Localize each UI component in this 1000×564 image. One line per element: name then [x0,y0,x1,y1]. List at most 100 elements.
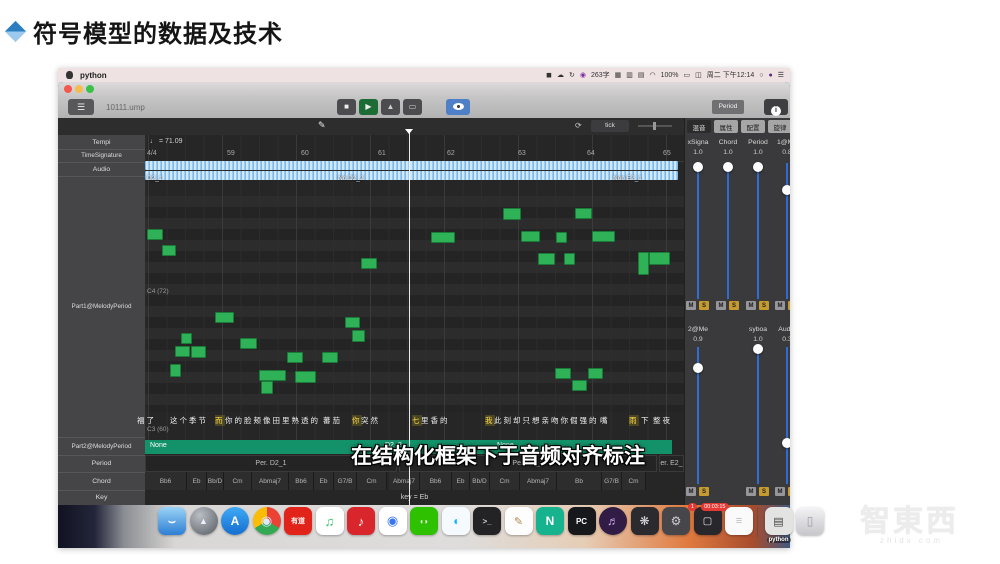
midi-note[interactable] [147,229,163,240]
lyric-segment[interactable]: 下 [641,415,651,426]
dock-icon-trash[interactable]: ▯ [796,507,824,535]
fader-track[interactable] [757,163,759,299]
audio-region-label[interactable]: Non E2_1 [613,175,642,182]
dock-icon-fan-app[interactable]: ❋ [630,507,659,535]
status-text[interactable]: 100% [661,72,679,79]
fader-track[interactable] [786,163,788,299]
midi-note[interactable] [191,346,206,358]
loop-icon[interactable]: ⟳ [575,121,582,130]
dock-icon-settings[interactable]: ⚙ 1 [662,503,697,535]
dock-icon-chrome[interactable]: ◉ [252,507,281,535]
chord-cell[interactable]: Bb [557,472,602,490]
stop-button[interactable]: ■ [337,99,356,115]
dock-icon-qq[interactable]: ◖ [441,507,470,535]
status-icon[interactable]: ◼ [546,71,552,79]
midi-note[interactable] [175,346,190,357]
midi-note[interactable] [361,258,377,269]
midi-note[interactable] [240,338,257,349]
fader-knob[interactable] [693,363,703,373]
chord-cell[interactable]: Abmaj7 [252,472,289,490]
sidebar-track-chord[interactable]: Chord [58,472,145,491]
mixer-tab-2[interactable]: 属性 [714,120,738,133]
midi-note[interactable] [564,253,575,265]
solo-button[interactable]: S [788,487,790,496]
solo-button[interactable]: S [788,301,790,310]
midi-note[interactable] [556,232,567,243]
lyric-segment[interactable]: 整夜 [653,415,672,426]
dock-icon-netease-music[interactable]: ♪ [347,507,375,535]
midi-note[interactable] [322,352,338,363]
chord-cell[interactable]: Bb6 [145,472,187,490]
playhead-marker[interactable] [405,129,413,134]
chord-cell[interactable]: Bb6 [289,472,314,490]
midi-note[interactable] [538,253,555,265]
chord-cell[interactable]: Eb [452,472,470,490]
solo-button[interactable]: S [729,301,739,310]
lyric-segment[interactable]: 你的脸颊像田里熟透的 [225,415,320,426]
midi-note[interactable] [588,368,603,379]
fader-knob[interactable] [753,162,763,172]
lyric-segment[interactable]: 里香的 [421,415,450,426]
chord-cell[interactable]: Abmaj7 [389,472,420,490]
midi-note[interactable] [503,208,521,220]
lyric-segment[interactable]: 雨 [629,415,639,426]
status-icon[interactable]: ○ [759,72,763,79]
key-row[interactable]: key = Eb [145,490,684,505]
timeline-ruler[interactable]: 4/4 59 60 61 62 63 64 65 [145,148,684,162]
audio-region-label[interactable]: D2_1 [147,175,163,182]
menubar-app-name[interactable]: python [80,71,107,80]
mute-button[interactable]: M [775,487,785,496]
status-icon[interactable]: ▦ [615,71,622,79]
chord-cell[interactable]: Abmaj7 [520,472,557,490]
period-dropdown[interactable]: Period [712,100,744,114]
mute-button[interactable]: M [686,301,696,310]
audio-waveform-top[interactable] [145,161,678,170]
chord-cell[interactable]: Cm [490,472,520,490]
chord-cell[interactable]: G7/B [602,472,622,490]
fader-knob[interactable] [753,344,763,354]
dock-icon-finder[interactable]: ⌣ [158,507,186,535]
sidebar-track-part1@melodyperiod[interactable]: Part1@MelodyPeriod [58,176,145,438]
fader-track[interactable] [757,347,759,484]
lyric-segment[interactable]: 福了 [137,415,156,426]
lyric-segment[interactable]: 蕃茄 [323,415,342,426]
dock-icon-textedit[interactable]: ✎ [504,507,533,535]
midi-note[interactable] [162,245,176,256]
dock-icon-neat[interactable]: N [536,507,564,535]
dock-icon-meeting[interactable]: ◉ [378,507,407,535]
dock-icon-musescore[interactable]: ♬ [599,507,627,535]
dock-icon-qq-music[interactable]: ♫ [315,507,344,535]
info-button[interactable]: i [764,99,788,116]
status-icon[interactable]: ↻ [569,71,575,79]
mute-button[interactable]: M [775,301,785,310]
midi-note[interactable] [181,333,192,344]
status-icon[interactable]: ▥ [626,71,633,79]
fader-knob[interactable] [723,162,733,172]
eye-view-button[interactable] [446,99,470,115]
dock-icon-document[interactable]: ≡ [725,507,753,535]
mute-button[interactable]: M [746,487,756,496]
zoom-button[interactable] [86,85,94,93]
status-icon[interactable]: ◉ [580,71,586,79]
chord-cell[interactable]: Bb6 [420,472,452,490]
lyric-segment[interactable]: 此刻却只想亲吻你倔强的 [494,415,599,426]
status-text[interactable]: 周二 下午12:14 [707,70,754,80]
midi-note[interactable] [431,232,455,243]
minimize-button[interactable] [75,85,83,93]
midi-note[interactable] [592,231,615,242]
audio-waveform-bottom[interactable] [145,171,678,180]
play-button[interactable]: ▶ [359,99,378,115]
chord-cell[interactable]: Cm [622,472,646,490]
midi-note[interactable] [555,368,571,379]
sidebar-track-period[interactable]: Period [58,455,145,473]
lyric-segment[interactable]: 嘴 [600,415,610,426]
fader-knob[interactable] [693,162,703,172]
lyric-segment[interactable]: 而 [215,415,225,426]
chord-cell[interactable]: Cm [357,472,387,490]
dock-icon-app-store[interactable]: A [221,507,249,535]
mixer-tab-4[interactable]: 旋律 [768,120,790,133]
midi-note[interactable] [170,364,181,377]
apple-logo-icon[interactable] [66,71,73,79]
status-icon[interactable]: ☰ [778,71,784,79]
fader-knob[interactable] [782,185,790,195]
